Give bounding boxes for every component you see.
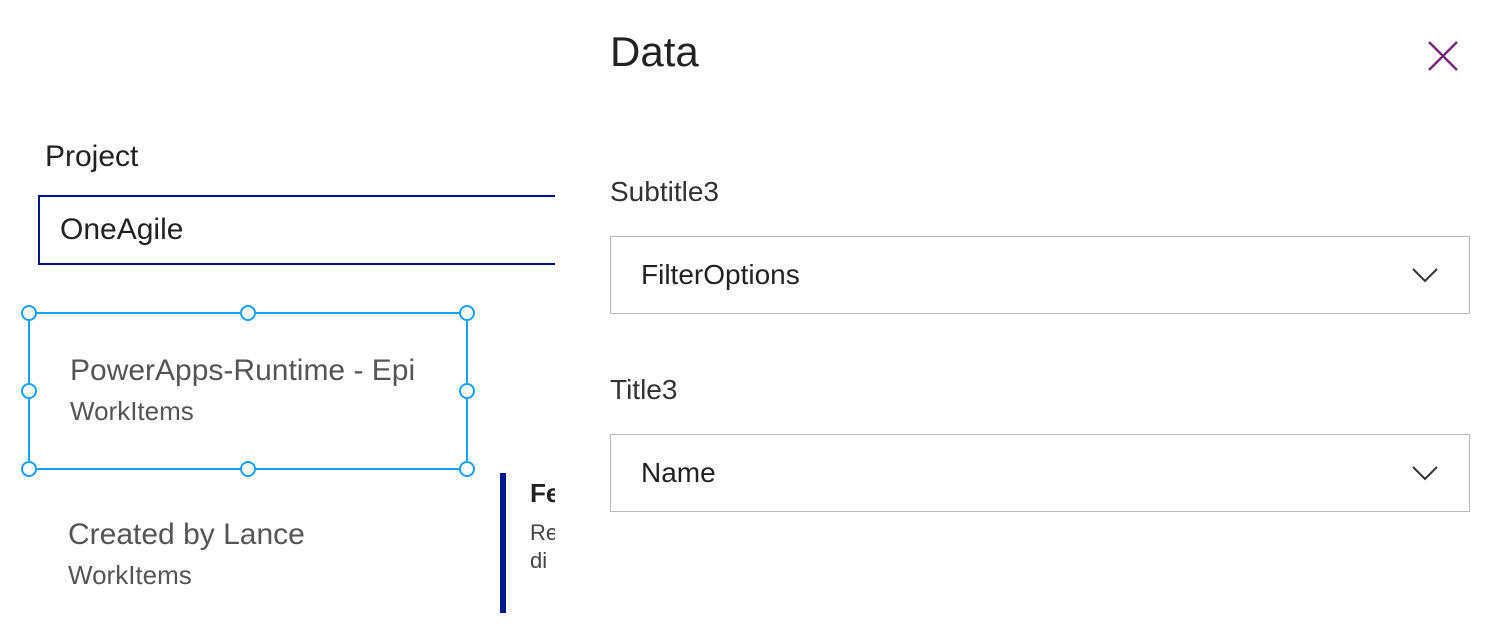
selection-accent-bar <box>500 473 506 613</box>
resize-handle-bottom-left[interactable] <box>21 461 37 477</box>
canvas-area: Project OneAgile PowerApps-Runtime - Epi… <box>0 0 555 637</box>
field-label-subtitle3: Subtitle3 <box>610 176 1461 208</box>
resize-handle-bottom-right[interactable] <box>459 461 475 477</box>
project-input-value: OneAgile <box>60 213 183 247</box>
resize-handle-top-left[interactable] <box>21 305 37 321</box>
selected-gallery-item[interactable]: PowerApps-Runtime - Epi WorkItems <box>28 312 468 470</box>
card-subtitle: WorkItems <box>70 396 194 427</box>
resize-handle-top-center[interactable] <box>240 305 256 321</box>
peek-text-bold: Fe <box>530 478 555 509</box>
dropdown-title3[interactable]: Name <box>610 434 1470 512</box>
chevron-down-icon <box>1411 465 1439 481</box>
dropdown-value: FilterOptions <box>641 259 800 291</box>
peek-text-line1: Re <box>530 520 555 546</box>
list-item-subtitle: WorkItems <box>68 560 192 591</box>
data-panel: Data Subtitle3 FilterOptions Title3 Name <box>555 0 1511 637</box>
dropdown-value: Name <box>641 457 716 489</box>
card-title: PowerApps-Runtime - Epi <box>70 354 460 388</box>
peek-text-line2: di <box>530 548 555 574</box>
resize-handle-middle-right[interactable] <box>459 383 475 399</box>
close-icon[interactable] <box>1425 38 1461 74</box>
field-label-title3: Title3 <box>610 374 1461 406</box>
dropdown-subtitle3[interactable]: FilterOptions <box>610 236 1470 314</box>
resize-handle-top-right[interactable] <box>459 305 475 321</box>
resize-handle-middle-left[interactable] <box>21 383 37 399</box>
list-item-title: Created by Lance <box>68 518 305 552</box>
resize-handle-bottom-center[interactable] <box>240 461 256 477</box>
panel-title: Data <box>610 28 1461 76</box>
project-input[interactable]: OneAgile <box>38 195 555 265</box>
project-label: Project <box>45 140 138 174</box>
chevron-down-icon <box>1411 267 1439 283</box>
